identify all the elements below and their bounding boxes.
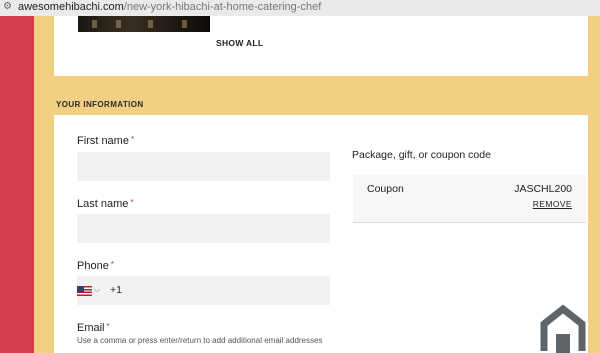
dial-code: +1 [110,284,122,296]
package-card: SHOW ALL [54,16,588,76]
us-flag-icon[interactable] [77,286,92,296]
email-label-text: Email [77,322,105,334]
right-gold-band [588,16,600,353]
left-red-band [0,16,34,353]
phone-label: Phone * [77,260,114,272]
remove-coupon-button[interactable]: REMOVE [533,199,572,209]
package-image [78,16,210,32]
coupon-heading: Package, gift, or coupon code [352,149,491,161]
phone-field[interactable]: ⌵ +1 [77,276,330,305]
your-information-form: First name * Last name * Phone * ⌵ +1 Email… [54,115,588,353]
required-marker: * [130,198,134,207]
last-name-field[interactable] [77,214,330,243]
section-title: YOUR INFORMATION [56,100,144,109]
chevron-down-icon[interactable]: ⌵ [94,285,100,295]
required-marker: * [130,135,135,144]
left-gold-band [34,16,54,353]
first-name-label: First name * [77,135,134,147]
show-all-link[interactable]: SHOW ALL [216,38,263,48]
url-text[interactable]: awesomehibachi.com/new-york-hibachi-at-h… [18,1,321,13]
first-name-label-text: First name [77,135,129,147]
email-hint: Use a comma or press enter/return to add… [77,336,323,345]
last-name-label-text: Last name [77,198,129,210]
email-label: Email * [77,322,110,334]
required-marker: * [110,260,114,269]
phone-label-text: Phone [77,260,109,272]
first-name-field[interactable] [77,152,330,181]
required-marker: * [106,322,110,331]
url-domain: awesomehibachi.com [18,1,124,13]
url-path: /new-york-hibachi-at-home-catering-chef [123,1,322,13]
coupon-label: Coupon [367,183,404,195]
applied-coupon: Coupon JASCHL200 REMOVE [353,175,586,223]
site-settings-icon[interactable]: ⚙ [3,1,12,12]
coupon-code: JASCHL200 [514,183,572,195]
section-header-strip [54,76,588,115]
home-icon[interactable] [536,304,590,353]
last-name-label: Last name * [77,198,134,210]
address-bar[interactable]: ⚙ awesomehibachi.com/new-york-hibachi-at… [0,0,600,17]
